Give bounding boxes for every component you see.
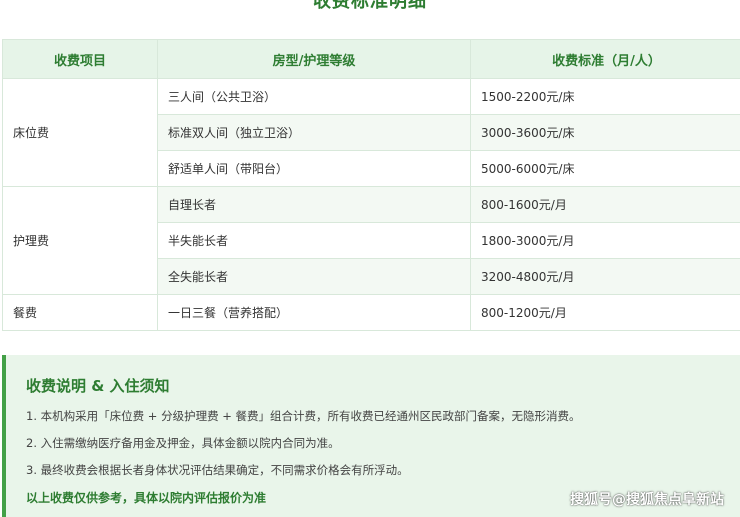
notice-item: 1. 本机构采用「床位费 + 分级护理费 + 餐费」组合计费，所有收费已经通州区… xyxy=(26,408,581,424)
category-cell: 床位费 xyxy=(3,79,158,187)
notice-item: 2. 入住需缴纳医疗备用金及押金，具体金额以院内合同为准。 xyxy=(26,435,340,451)
care-level-cell: 全失能长者 xyxy=(158,259,471,295)
notice-title: 收费说明 & 入住须知 xyxy=(26,375,170,396)
care-level-cell: 自理长者 xyxy=(158,187,471,223)
column-header-room-type: 房型/护理等级 xyxy=(158,40,471,79)
price-cell: 800-1600元/月 xyxy=(471,187,740,223)
room-type-cell: 舒适单人间（带阳台） xyxy=(158,151,471,187)
notice-item: 3. 最终收费会根据长者身体状况评估结果确定，不同需求价格会有所浮动。 xyxy=(26,462,409,478)
meal-type-cell: 一日三餐（营养搭配） xyxy=(158,295,471,331)
room-type-cell: 三人间（公共卫浴） xyxy=(158,79,471,115)
notice-footer: 以上收费仅供参考，具体以院内评估报价为准 xyxy=(26,489,266,506)
price-cell: 5000-6000元/床 xyxy=(471,151,740,187)
price-cell: 1800-3000元/月 xyxy=(471,223,740,259)
category-cell: 餐费 xyxy=(3,295,158,331)
table-row: 床位费 三人间（公共卫浴） 1500-2200元/床 xyxy=(3,79,740,115)
price-cell: 1500-2200元/床 xyxy=(471,79,740,115)
price-cell: 3200-4800元/月 xyxy=(471,259,740,295)
column-header-price: 收费标准（月/人） xyxy=(471,40,740,79)
table-header-row: 收费项目 房型/护理等级 收费标准（月/人） xyxy=(3,40,740,79)
category-cell: 护理费 xyxy=(3,187,158,295)
table-row: 餐费 一日三餐（营养搭配） 800-1200元/月 xyxy=(3,295,740,331)
price-cell: 3000-3600元/床 xyxy=(471,115,740,151)
watermark: 搜狐号@搜狐焦点阜新站 xyxy=(570,489,724,509)
page-title: 收费标准明细 xyxy=(0,0,740,13)
fee-table: 收费项目 房型/护理等级 收费标准（月/人） 床位费 三人间（公共卫浴） 150… xyxy=(2,39,740,331)
price-cell: 800-1200元/月 xyxy=(471,295,740,331)
column-header-item: 收费项目 xyxy=(3,40,158,79)
room-type-cell: 标准双人间（独立卫浴） xyxy=(158,115,471,151)
care-level-cell: 半失能长者 xyxy=(158,223,471,259)
table-row: 护理费 自理长者 800-1600元/月 xyxy=(3,187,740,223)
